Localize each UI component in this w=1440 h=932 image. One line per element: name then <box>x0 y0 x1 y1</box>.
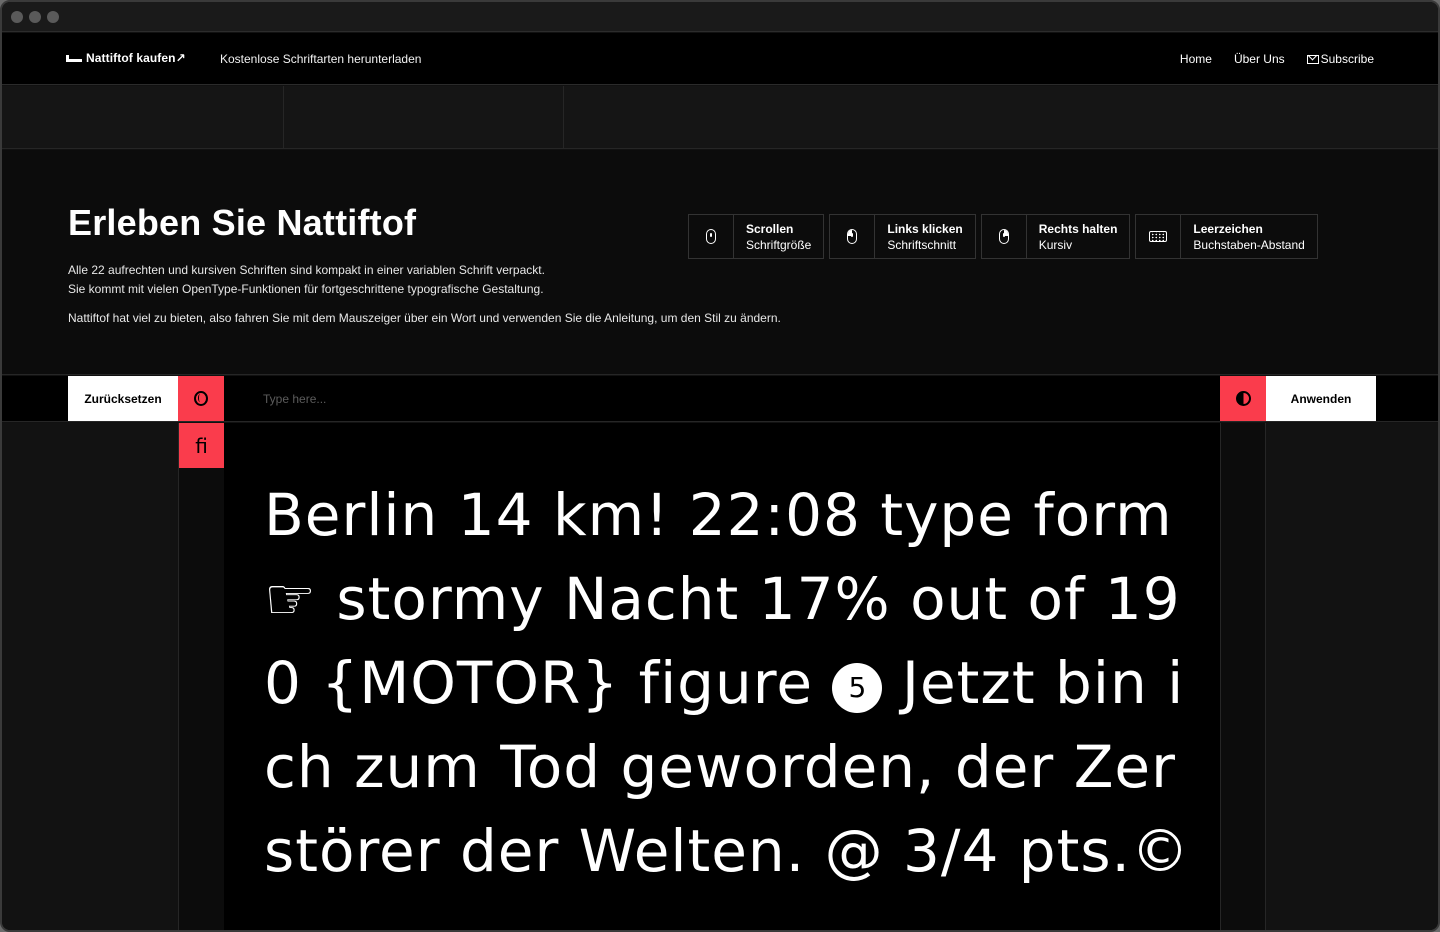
window-close-dot[interactable] <box>11 11 23 23</box>
envelope-icon <box>1306 55 1319 64</box>
hero-instructions: Nattiftof hat viel zu bieten, also fahre… <box>68 311 781 325</box>
hint-effect: Schriftgröße <box>746 238 812 252</box>
stylistic-alternate-button[interactable] <box>178 376 224 421</box>
strip-divider <box>563 86 564 148</box>
mouse-right-click-icon <box>998 229 1009 244</box>
nav-tagline-link[interactable]: Kostenlose Schriftarten herunterladen <box>220 52 421 66</box>
hint-effect: Schriftschnitt <box>887 238 957 252</box>
mouse-scroll-icon <box>706 229 716 244</box>
mouse-left-click-icon <box>847 229 858 244</box>
hint-action: Leerzeichen <box>1193 222 1263 236</box>
brand-label: Nattiftof kaufen↗ <box>86 51 186 65</box>
interaction-hints: Scrollen Schriftgröße Links klicken Schrif… <box>688 214 1318 259</box>
right-tool-column <box>1220 423 1266 930</box>
keyboard-icon <box>1149 231 1168 242</box>
hint-action: Scrollen <box>746 222 794 236</box>
strip-divider <box>283 86 284 148</box>
hint-effect: Kursiv <box>1038 238 1073 252</box>
hint-action: Links klicken <box>887 222 963 236</box>
ligature-button[interactable]: ﬁ <box>179 423 224 468</box>
circled-number: 5 <box>832 663 883 713</box>
hero-description: Alle 22 aufrechten und kursiven Schrifte… <box>68 261 545 299</box>
window-minimize-dot[interactable] <box>29 11 41 23</box>
brand-logo-icon <box>66 54 82 62</box>
hint-left-click: Links klicken Schriftschnitt <box>829 214 976 259</box>
browser-window: Nattiftof kaufen↗ Kostenlose Schriftarte… <box>0 0 1440 932</box>
specimen-canvas[interactable]: Berlin 14 km! 22:08 type form ☞ stormy N… <box>224 423 1220 930</box>
specimen-text-input[interactable] <box>224 376 1220 421</box>
nav-about-link[interactable]: Über Uns <box>1234 52 1285 66</box>
hero-line-1: Alle 22 aufrechten und kursiven Schrifte… <box>68 263 545 277</box>
hero-section: Erleben Sie Nattiftof Alle 22 aufrechten… <box>2 150 1438 375</box>
nav-home-link[interactable]: Home <box>1180 52 1212 66</box>
hint-scroll: Scrollen Schriftgröße <box>688 214 825 259</box>
hint-spacebar: Leerzeichen Buchstaben-Abstand <box>1135 214 1318 259</box>
hero-line-2: Sie kommt mit vielen OpenType-Funktionen… <box>68 282 544 296</box>
specimen-text[interactable]: Berlin 14 km! 22:08 type form ☞ stormy N… <box>264 473 1204 893</box>
left-tool-column: ﬁ <box>178 423 224 930</box>
nav-links: Home Über Uns Subscribe <box>1180 52 1374 66</box>
subscribe-label: Subscribe <box>1320 52 1374 66</box>
top-navigation: Nattiftof kaufen↗ Kostenlose Schriftarte… <box>2 33 1438 85</box>
reset-button[interactable]: Zurücksetzen <box>68 376 178 421</box>
window-maximize-dot[interactable] <box>47 11 59 23</box>
decorative-strip <box>2 86 1438 149</box>
invert-colors-button[interactable] <box>1220 376 1266 421</box>
brand-link[interactable]: Nattiftof kaufen↗ <box>66 51 186 65</box>
page-title: Erleben Sie Nattiftof <box>68 202 417 243</box>
hint-right-hold: Rechts halten Kursiv <box>980 214 1131 259</box>
contrast-icon <box>1235 391 1251 406</box>
editor-toolbar: Zurücksetzen Anwenden <box>2 376 1438 422</box>
window-titlebar <box>2 2 1438 32</box>
hint-action: Rechts halten <box>1038 222 1118 236</box>
letter-o-icon <box>194 391 208 406</box>
editor-area: ﬁ Berlin 14 km! 22:08 type form ☞ stormy… <box>2 423 1438 930</box>
apply-button[interactable]: Anwenden <box>1266 376 1376 421</box>
nav-subscribe-link[interactable]: Subscribe <box>1306 52 1374 66</box>
hint-effect: Buchstaben-Abstand <box>1193 238 1305 252</box>
